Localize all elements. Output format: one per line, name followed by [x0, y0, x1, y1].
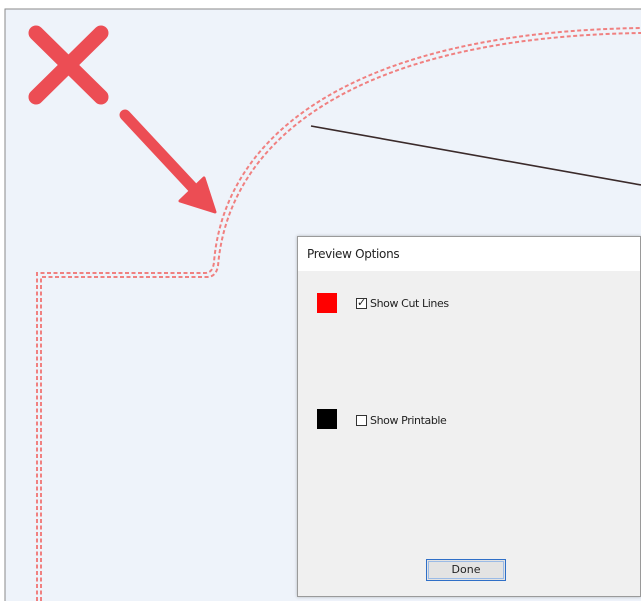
done-button[interactable]: Done	[426, 559, 506, 581]
preview-options-dialog: Preview Options ✓ Show Cut Lines Show Pr…	[297, 236, 641, 597]
show-printable-checkbox[interactable]	[356, 415, 367, 426]
printable-color-swatch[interactable]	[317, 409, 337, 429]
show-cut-lines-checkbox[interactable]: ✓	[356, 298, 367, 309]
done-button-label: Done	[451, 563, 481, 576]
dialog-titlebar[interactable]: Preview Options	[298, 237, 640, 271]
screenshot-canvas: Preview Options ✓ Show Cut Lines Show Pr…	[0, 0, 641, 601]
dialog-title: Preview Options	[307, 247, 400, 261]
show-printable-label[interactable]: Show Printable	[370, 414, 447, 427]
cut-lines-color-swatch[interactable]	[317, 293, 337, 313]
show-cut-lines-label[interactable]: Show Cut Lines	[370, 297, 449, 310]
